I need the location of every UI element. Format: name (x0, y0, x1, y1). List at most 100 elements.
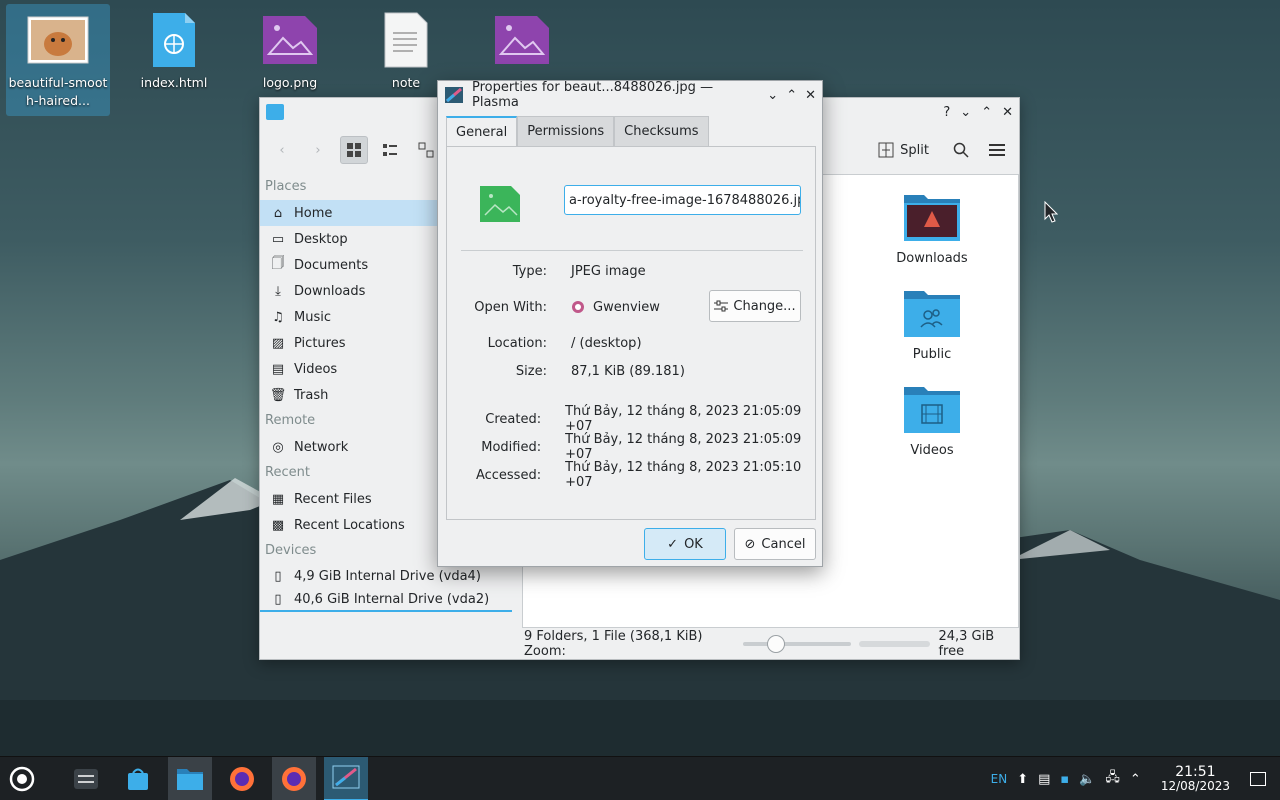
text-file-icon (374, 8, 438, 72)
maximize-icon[interactable]: ⌃ (981, 105, 992, 120)
folder-label: Videos (910, 443, 954, 458)
mouse-cursor-icon (1044, 201, 1058, 223)
desktop: beautiful-smooth-haired... index.html lo… (0, 0, 1280, 800)
type-value: JPEG image (571, 263, 646, 279)
network-icon[interactable]: 🖧 (1105, 768, 1120, 790)
accessed-row: Accessed: Thứ Bảy, 12 tháng 8, 2023 21:05… (447, 460, 817, 490)
discover-icon[interactable] (116, 757, 160, 800)
zoom-slider[interactable] (743, 635, 851, 653)
image-thumbnail-icon (26, 8, 90, 72)
zoom-slider-handle[interactable] (767, 635, 786, 653)
dialog-titlebar: Properties for beaut...8488026.jpg — Pla… (438, 80, 822, 110)
tab-checksums[interactable]: Checksums (614, 116, 709, 146)
places-item-label: Network (294, 439, 349, 455)
maximize-icon[interactable]: ⌃ (786, 88, 797, 103)
folder-downloads-icon (904, 195, 960, 241)
compact-view-button[interactable] (376, 136, 404, 164)
details-view-button[interactable] (412, 136, 440, 164)
app-launcher-icon[interactable] (0, 757, 44, 800)
clock-date: 12/08/2023 (1160, 779, 1230, 793)
close-icon[interactable]: ✕ (1002, 105, 1013, 120)
desktop-icon-logo-png[interactable]: logo.png (238, 4, 342, 92)
gwenview-icon (572, 301, 584, 313)
firefox-icon[interactable] (220, 757, 264, 800)
ok-button[interactable]: ✓ OK (644, 528, 726, 560)
properties-app-icon (445, 87, 463, 103)
back-icon[interactable]: ‹ (268, 136, 296, 164)
folder-videos[interactable]: Videos (877, 383, 987, 458)
hamburger-menu-icon[interactable] (983, 136, 1011, 164)
general-tab-pane: a-royalty-free-image-1678488026.jpg Type… (446, 146, 816, 520)
modified-value: Thứ Bảy, 12 tháng 8, 2023 21:05:09 +07 (565, 432, 802, 462)
show-desktop-icon[interactable] (1250, 772, 1266, 786)
help-icon[interactable]: ? (943, 105, 950, 120)
tab-general[interactable]: General (446, 116, 518, 146)
location-label: Location: (487, 335, 547, 351)
pictures-icon: ▨ (271, 335, 285, 351)
trash-icon: 🗑 (269, 387, 287, 403)
properties-task-icon[interactable] (324, 756, 368, 800)
png-image-icon (490, 8, 554, 72)
taskbar: EN ⬆ ▤ ▪ 🔈 🖧 ⌃ 21:51 12/08/2023 (0, 756, 1280, 800)
update-icon[interactable]: ⬆ (1017, 772, 1028, 787)
system-tray: EN ⬆ ▤ ▪ 🔈 🖧 ⌃ 21:51 12/08/2023 (991, 757, 1280, 800)
desktop-icon: ▭ (271, 231, 285, 247)
home-icon: ⌂ (273, 205, 283, 221)
forward-icon[interactable]: › (304, 136, 332, 164)
accessed-value: Thứ Bảy, 12 tháng 8, 2023 21:05:10 +07 (565, 460, 802, 490)
desktop-icon-index-html[interactable]: index.html (122, 4, 226, 92)
folder-label: Downloads (896, 251, 968, 266)
status-summary: 9 Folders, 1 File (368,1 KiB) Zoom: (524, 629, 703, 659)
split-button[interactable]: Split (878, 142, 929, 158)
clipboard-icon[interactable]: ▤ (1038, 772, 1050, 787)
download-icon: ⤓ (275, 283, 281, 299)
places-item-label: 4,9 GiB Internal Drive (vda4) (294, 568, 481, 584)
cancel-button[interactable]: ⊘ Cancel (734, 528, 816, 560)
modified-label: Modified: (481, 439, 542, 455)
places-item-label: Home (294, 205, 333, 221)
free-space-bar (858, 641, 931, 647)
folder-downloads[interactable]: Downloads (877, 191, 987, 266)
filename-input[interactable]: a-royalty-free-image-1678488026.jpg (564, 185, 801, 215)
created-label: Created: (485, 411, 542, 427)
system-settings-icon[interactable] (64, 757, 108, 800)
places-item-drive-vda2[interactable]: ▯ 40,6 GiB Internal Drive (vda2) (260, 588, 512, 612)
places-item-label: Recent Files (294, 491, 372, 507)
documents-icon: 🗍 (271, 256, 285, 271)
change-button-label: Change... (733, 298, 796, 314)
notifications-icon[interactable]: ▪ (1060, 772, 1069, 787)
volume-icon[interactable]: 🔈 (1079, 772, 1095, 787)
keyboard-layout-indicator[interactable]: EN (991, 772, 1008, 786)
desktop-icon-beautiful[interactable]: beautiful-smooth-haired... (6, 4, 110, 116)
html-file-icon (142, 8, 206, 72)
places-item-drive-vda4[interactable]: ▯ 4,9 GiB Internal Drive (vda4) (260, 564, 522, 588)
type-label: Type: (512, 263, 547, 279)
minimize-icon[interactable]: ⌄ (960, 105, 971, 120)
chevron-up-icon[interactable]: ⌃ (1130, 772, 1141, 787)
size-label: Size: (515, 363, 547, 379)
split-icon (878, 142, 894, 158)
firefox-task-icon[interactable] (272, 756, 316, 800)
desktop-icon-note[interactable]: note (354, 4, 458, 92)
desktop-icon-label: note (391, 75, 421, 90)
places-item-label: Music (294, 309, 331, 325)
icons-view-button[interactable] (340, 136, 368, 164)
places-item-label: Trash (294, 387, 329, 403)
cancel-button-label: Cancel (761, 536, 806, 552)
folder-public[interactable]: Public (877, 287, 987, 362)
location-row: Location: / (desktop) (447, 332, 817, 354)
videos-icon: ▤ (271, 361, 285, 377)
dolphin-task-icon[interactable] (168, 756, 212, 800)
music-icon: ♫ (272, 309, 284, 325)
close-icon[interactable]: ✕ (805, 88, 816, 103)
divider (461, 250, 803, 251)
desktop-icon-image[interactable] (470, 4, 574, 74)
settings-icon (714, 300, 729, 312)
tab-permissions[interactable]: Permissions (517, 116, 615, 146)
clock[interactable]: 21:51 12/08/2023 (1161, 765, 1230, 793)
open-with-label: Open With: (474, 299, 547, 315)
search-icon[interactable] (947, 136, 975, 164)
desktop-icon-label: beautiful-smooth-haired... (8, 75, 108, 108)
minimize-icon[interactable]: ⌄ (767, 88, 778, 103)
change-button[interactable]: Change... (709, 290, 801, 322)
